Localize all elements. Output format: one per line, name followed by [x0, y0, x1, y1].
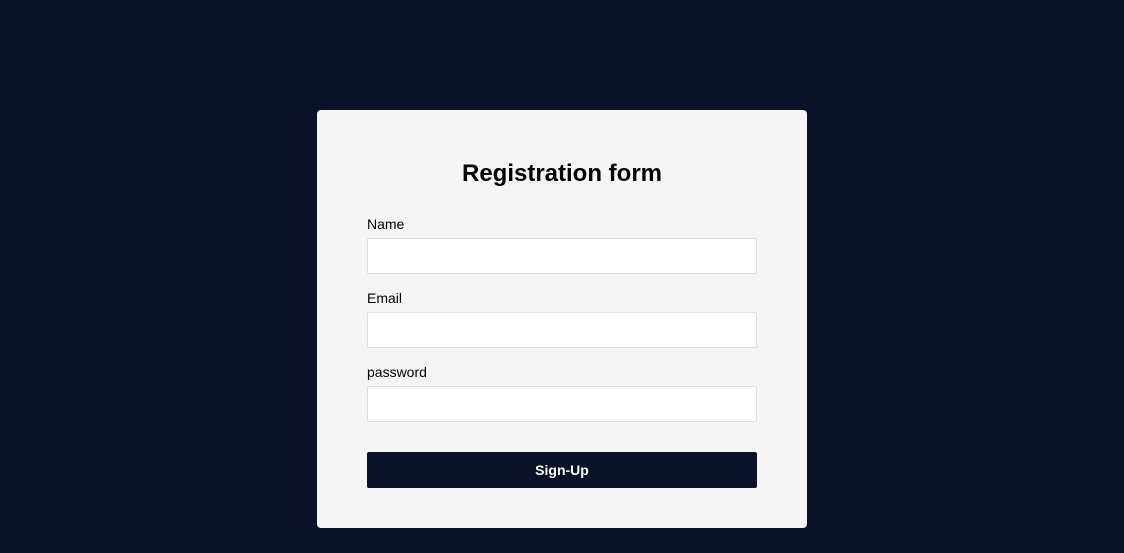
password-label: password: [367, 364, 757, 380]
form-title: Registration form: [367, 160, 757, 188]
registration-form-card: Registration form Name Email password Si…: [317, 110, 807, 528]
signup-button[interactable]: Sign-Up: [367, 452, 757, 488]
password-input[interactable]: [367, 386, 757, 422]
email-field-group: Email: [367, 290, 757, 348]
password-field-group: password: [367, 364, 757, 422]
name-field-group: Name: [367, 216, 757, 274]
email-input[interactable]: [367, 312, 757, 348]
name-label: Name: [367, 216, 757, 232]
email-label: Email: [367, 290, 757, 306]
name-input[interactable]: [367, 238, 757, 274]
